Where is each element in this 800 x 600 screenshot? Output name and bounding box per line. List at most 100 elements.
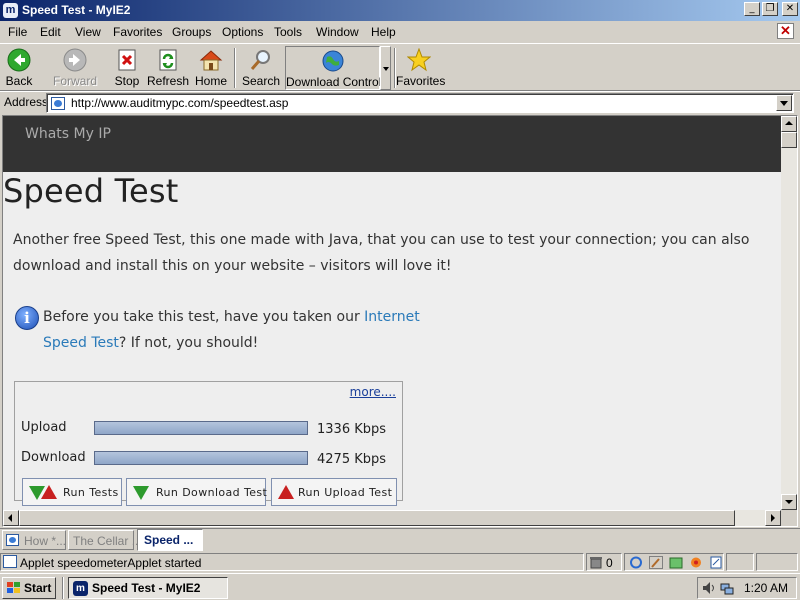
home-button[interactable]: Home <box>194 46 228 90</box>
trash-count: 0 <box>606 556 613 570</box>
vertical-scroll-thumb[interactable] <box>781 132 797 148</box>
clock: 1:20 AM <box>743 581 788 595</box>
search-button[interactable]: Search <box>240 46 282 90</box>
restore-button[interactable]: ❐ <box>762 2 778 16</box>
run-tests-button[interactable]: Run Tests <box>22 478 122 506</box>
red-up-arrow-icon <box>278 485 294 499</box>
stop-button[interactable]: Stop <box>112 46 142 90</box>
edit-page-icon[interactable] <box>709 556 723 569</box>
site-header: Whats My IP <box>3 116 781 172</box>
taskbar-window-label: Speed Test - MyIE2 <box>92 581 201 595</box>
close-button[interactable]: ✕ <box>782 2 798 16</box>
scroll-down-button[interactable] <box>781 494 797 510</box>
start-button[interactable]: Start <box>2 577 56 599</box>
status-bar: Applet speedometerApplet started 0 <box>0 551 800 573</box>
red-up-arrow-icon <box>41 485 57 499</box>
window-title-bar[interactable]: m Speed Test - MyIE2 _ ❐ ✕ <box>0 0 800 21</box>
trash-icon <box>589 556 603 569</box>
site-name-link[interactable]: Whats My IP <box>25 126 111 142</box>
favorites-button[interactable]: Favorites <box>396 46 446 90</box>
tab-label: Speed ... <box>144 533 194 547</box>
menu-tools[interactable]: Tools <box>274 24 302 40</box>
page-title: Speed Test <box>3 172 179 210</box>
toolbar-separator <box>234 48 236 88</box>
back-arrow-icon <box>7 48 31 72</box>
upload-bar-fill <box>95 422 307 434</box>
info-paragraph: Before you take this test, have you take… <box>43 304 463 356</box>
refresh-label: Refresh <box>146 74 190 88</box>
intro-paragraph: Another free Speed Test, this one made w… <box>13 232 750 274</box>
scroll-left-button[interactable] <box>3 510 19 526</box>
scroll-up-button[interactable] <box>781 116 797 132</box>
menu-groups[interactable]: Groups <box>172 24 211 40</box>
tab-label: How *... <box>24 534 67 548</box>
favorites-label: Favorites <box>396 74 446 88</box>
trash-pane[interactable]: 0 <box>586 553 622 571</box>
tab-how[interactable]: How *... <box>2 530 66 550</box>
windows-logo-icon <box>7 582 21 594</box>
stop-label: Stop <box>114 74 140 88</box>
taskbar-window-button[interactable]: m Speed Test - MyIE2 <box>68 577 228 599</box>
tab-label: The Cellar ... <box>73 534 142 548</box>
download-bar <box>94 451 308 465</box>
close-page-button[interactable]: ✕ <box>777 23 794 39</box>
address-input[interactable]: http://www.auditmypc.com/speedtest.asp <box>46 93 794 113</box>
refresh-icon <box>156 48 180 72</box>
menu-options[interactable]: Options <box>222 24 263 40</box>
network-icon[interactable] <box>720 581 734 595</box>
more-link[interactable]: more.... <box>350 385 396 399</box>
web-page: Whats My IP Speed Test Another free Spee… <box>3 116 781 510</box>
download-control-dropdown[interactable] <box>380 46 391 90</box>
info-text-after: ? If not, you should! <box>118 335 259 351</box>
brush-icon[interactable] <box>649 556 663 569</box>
scroll-corner <box>781 510 797 526</box>
refresh-button[interactable]: Refresh <box>146 46 190 90</box>
flower-icon[interactable] <box>689 556 703 569</box>
address-label: Address <box>4 95 49 109</box>
info-icon: i <box>15 306 39 330</box>
globe-download-icon <box>321 49 345 73</box>
menu-edit[interactable]: Edit <box>40 24 61 40</box>
download-label: Download <box>21 450 86 465</box>
volume-icon[interactable] <box>702 581 716 595</box>
image-icon[interactable] <box>669 556 683 569</box>
download-control-label: Download Control <box>286 75 382 89</box>
address-url[interactable]: http://www.auditmypc.com/speedtest.asp <box>71 96 288 110</box>
address-bar: Address http://www.auditmypc.com/speedte… <box>0 91 800 113</box>
stop-icon <box>115 48 139 72</box>
upload-label: Upload <box>21 420 67 435</box>
menu-file[interactable]: File <box>8 24 27 40</box>
green-down-arrow-icon <box>133 486 149 500</box>
chevron-down-icon <box>383 67 389 71</box>
forward-label: Forward <box>52 74 97 88</box>
tab-the-cellar[interactable]: The Cellar ... <box>68 530 142 550</box>
address-dropdown-button[interactable] <box>776 95 792 111</box>
run-tests-label: Run Tests <box>63 486 119 499</box>
menu-help[interactable]: Help <box>371 24 396 40</box>
status-empty-pane <box>726 553 754 571</box>
taskbar: Start m Speed Test - MyIE2 1:20 AM <box>0 573 800 600</box>
vertical-scrollbar[interactable] <box>781 116 797 510</box>
status-tools-pane <box>624 553 724 571</box>
run-upload-test-label: Run Upload Test <box>298 486 393 499</box>
minimize-button[interactable]: _ <box>744 2 760 16</box>
back-button[interactable]: Back <box>2 46 36 90</box>
start-label: Start <box>24 581 52 595</box>
download-control-button[interactable]: Download Control <box>285 46 382 90</box>
forward-button[interactable]: Forward <box>50 46 100 90</box>
menu-window[interactable]: Window <box>316 24 359 40</box>
tab-speed-test[interactable]: Speed ... <box>137 529 203 551</box>
status-text: Applet speedometerApplet started <box>20 556 202 570</box>
run-download-test-button[interactable]: Run Download Test <box>126 478 267 506</box>
search-label: Search <box>241 74 281 88</box>
menu-favorites[interactable]: Favorites <box>113 24 162 40</box>
sync-icon[interactable] <box>629 556 643 569</box>
horizontal-scroll-thumb[interactable] <box>19 510 735 526</box>
speedometer-applet: more.... Upload 1336 Kbps Download 4275 … <box>14 381 403 506</box>
menu-view[interactable]: View <box>75 24 101 40</box>
horizontal-scrollbar[interactable] <box>3 510 781 526</box>
myie2-app-icon[interactable]: m <box>3 3 18 18</box>
run-upload-test-button[interactable]: Run Upload Test <box>271 478 397 506</box>
scroll-right-button[interactable] <box>765 510 781 526</box>
taskbar-separator <box>62 577 64 599</box>
